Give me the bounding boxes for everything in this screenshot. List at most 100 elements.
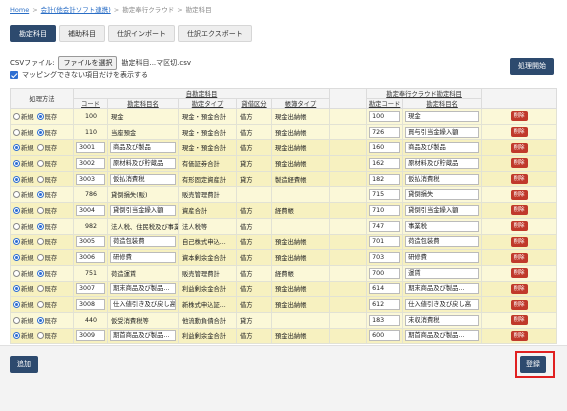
existing-radio[interactable] <box>36 301 44 309</box>
target-name-input[interactable]: 商品及び製品 <box>405 142 480 154</box>
target-code-input[interactable]: 703 <box>369 252 401 264</box>
code-input[interactable]: 3008 <box>76 299 105 311</box>
new-radio[interactable] <box>13 144 20 152</box>
delete-button[interactable]: 削除 <box>510 221 528 232</box>
choose-file-button[interactable]: ファイルを選択 <box>58 56 118 70</box>
unmapped-checkbox[interactable] <box>10 71 18 79</box>
code-input[interactable]: 3007 <box>76 283 105 295</box>
existing-radio[interactable] <box>36 222 44 230</box>
target-name-input[interactable]: 仕入値引き及び戻し高 <box>405 299 480 311</box>
account-name-input[interactable]: 仮払消費税 <box>110 173 176 185</box>
new-radio[interactable] <box>13 128 20 136</box>
target-name-input[interactable]: 原材料及び貯蔵品 <box>405 157 480 169</box>
target-name-input[interactable]: 貸倒引当金繰入額 <box>405 204 480 216</box>
target-name-input[interactable]: 貸倒損失 <box>405 189 480 201</box>
delete-button[interactable]: 削除 <box>510 111 528 122</box>
existing-radio[interactable] <box>36 191 44 199</box>
delete-button[interactable]: 削除 <box>510 330 528 341</box>
target-name-input[interactable]: 買与引当金繰入額 <box>405 126 480 138</box>
existing-radio[interactable] <box>36 238 44 246</box>
new-radio[interactable] <box>13 159 20 167</box>
target-code-input[interactable]: 183 <box>369 314 401 326</box>
new-radio[interactable] <box>13 112 20 120</box>
code-input[interactable]: 3004 <box>76 204 105 216</box>
code-input[interactable]: 3001 <box>76 142 105 154</box>
new-radio[interactable] <box>13 332 20 340</box>
target-code-input[interactable]: 612 <box>369 299 401 311</box>
new-radio[interactable] <box>13 254 20 262</box>
account-name-input[interactable]: 期末商品及び製品... <box>110 283 176 295</box>
code-input[interactable]: 3003 <box>76 173 105 185</box>
delete-button[interactable]: 削除 <box>510 268 528 279</box>
existing-radio[interactable] <box>36 269 44 277</box>
existing-radio[interactable] <box>36 316 44 324</box>
new-radio[interactable] <box>13 238 20 246</box>
account-name-input[interactable]: 貸倒引当金繰入額 <box>110 204 176 216</box>
target-code-input[interactable]: 614 <box>369 283 401 295</box>
account-name-input[interactable]: 期首商品及び製品... <box>110 330 176 342</box>
delete-button[interactable]: 削除 <box>510 174 528 185</box>
target-code-input[interactable]: 747 <box>369 220 401 232</box>
target-name-input[interactable]: 期末商品及び製品... <box>405 283 480 295</box>
delete-button[interactable]: 削除 <box>510 127 528 138</box>
new-radio[interactable] <box>13 191 20 199</box>
target-name-input[interactable]: 事業税 <box>405 220 480 232</box>
new-radio[interactable] <box>13 285 20 293</box>
code-input[interactable]: 3005 <box>76 236 105 248</box>
target-name-input[interactable]: 研修費 <box>405 252 480 264</box>
new-radio[interactable] <box>13 269 20 277</box>
breadcrumb-accounting-link[interactable]: 会計(他会計ソフト連携) <box>41 6 111 14</box>
delete-button[interactable]: 削除 <box>510 142 528 153</box>
tab-journal-import[interactable]: 仕訳インポート <box>108 25 175 42</box>
tab-journal-export[interactable]: 仕訳エクスポート <box>178 25 252 42</box>
existing-radio[interactable] <box>36 144 44 152</box>
target-name-input[interactable]: 未収消費税 <box>405 314 480 326</box>
target-code-input[interactable]: 710 <box>369 204 401 216</box>
existing-radio[interactable] <box>36 206 44 214</box>
existing-radio[interactable] <box>36 285 44 293</box>
code-input[interactable]: 3009 <box>76 330 105 342</box>
new-radio[interactable] <box>13 175 20 183</box>
new-radio[interactable] <box>13 301 20 309</box>
delete-button[interactable]: 削除 <box>510 205 528 216</box>
account-name-input[interactable]: 研修費 <box>110 252 176 264</box>
existing-radio[interactable] <box>36 159 44 167</box>
existing-radio[interactable] <box>36 128 44 136</box>
target-code-input[interactable]: 100 <box>369 110 401 122</box>
existing-radio[interactable] <box>36 112 44 120</box>
add-row-button[interactable]: 追加 <box>10 356 38 373</box>
new-radio[interactable] <box>13 316 20 324</box>
target-name-input[interactable]: 運賃 <box>405 267 480 279</box>
register-button[interactable]: 登録 <box>520 356 546 373</box>
delete-button[interactable]: 削除 <box>510 315 528 326</box>
tab-sub-accounts[interactable]: 補助科目 <box>59 25 105 42</box>
target-code-input[interactable]: 701 <box>369 236 401 248</box>
target-code-input[interactable]: 726 <box>369 126 401 138</box>
account-name-input[interactable]: 原材料及び貯蔵品 <box>110 157 176 169</box>
target-code-input[interactable]: 715 <box>369 189 401 201</box>
start-process-button[interactable]: 処理開始 <box>510 58 554 75</box>
target-code-input[interactable]: 700 <box>369 267 401 279</box>
existing-radio[interactable] <box>36 332 44 340</box>
tab-accounts[interactable]: 勘定科目 <box>10 25 56 42</box>
account-name-input[interactable]: 荷造包装費 <box>110 236 176 248</box>
delete-button[interactable]: 削除 <box>510 236 528 247</box>
target-code-input[interactable]: 182 <box>369 173 401 185</box>
delete-button[interactable]: 削除 <box>510 299 528 310</box>
target-name-input[interactable]: 荷造包装費 <box>405 236 480 248</box>
target-code-input[interactable]: 160 <box>369 142 401 154</box>
existing-radio[interactable] <box>36 175 44 183</box>
delete-button[interactable]: 削除 <box>510 189 528 200</box>
account-name-input[interactable]: 仕入値引き及び戻し高 <box>110 299 176 311</box>
account-name-input[interactable]: 商品及び製品 <box>110 142 176 154</box>
delete-button[interactable]: 削除 <box>510 252 528 263</box>
target-name-input[interactable]: 仮払消費税 <box>405 173 480 185</box>
target-code-input[interactable]: 162 <box>369 157 401 169</box>
code-input[interactable]: 3002 <box>76 157 105 169</box>
delete-button[interactable]: 削除 <box>510 158 528 169</box>
code-input[interactable]: 3006 <box>76 252 105 264</box>
target-code-input[interactable]: 600 <box>369 330 401 342</box>
breadcrumb-home-link[interactable]: Home <box>10 6 29 14</box>
new-radio[interactable] <box>13 222 20 230</box>
delete-button[interactable]: 削除 <box>510 283 528 294</box>
